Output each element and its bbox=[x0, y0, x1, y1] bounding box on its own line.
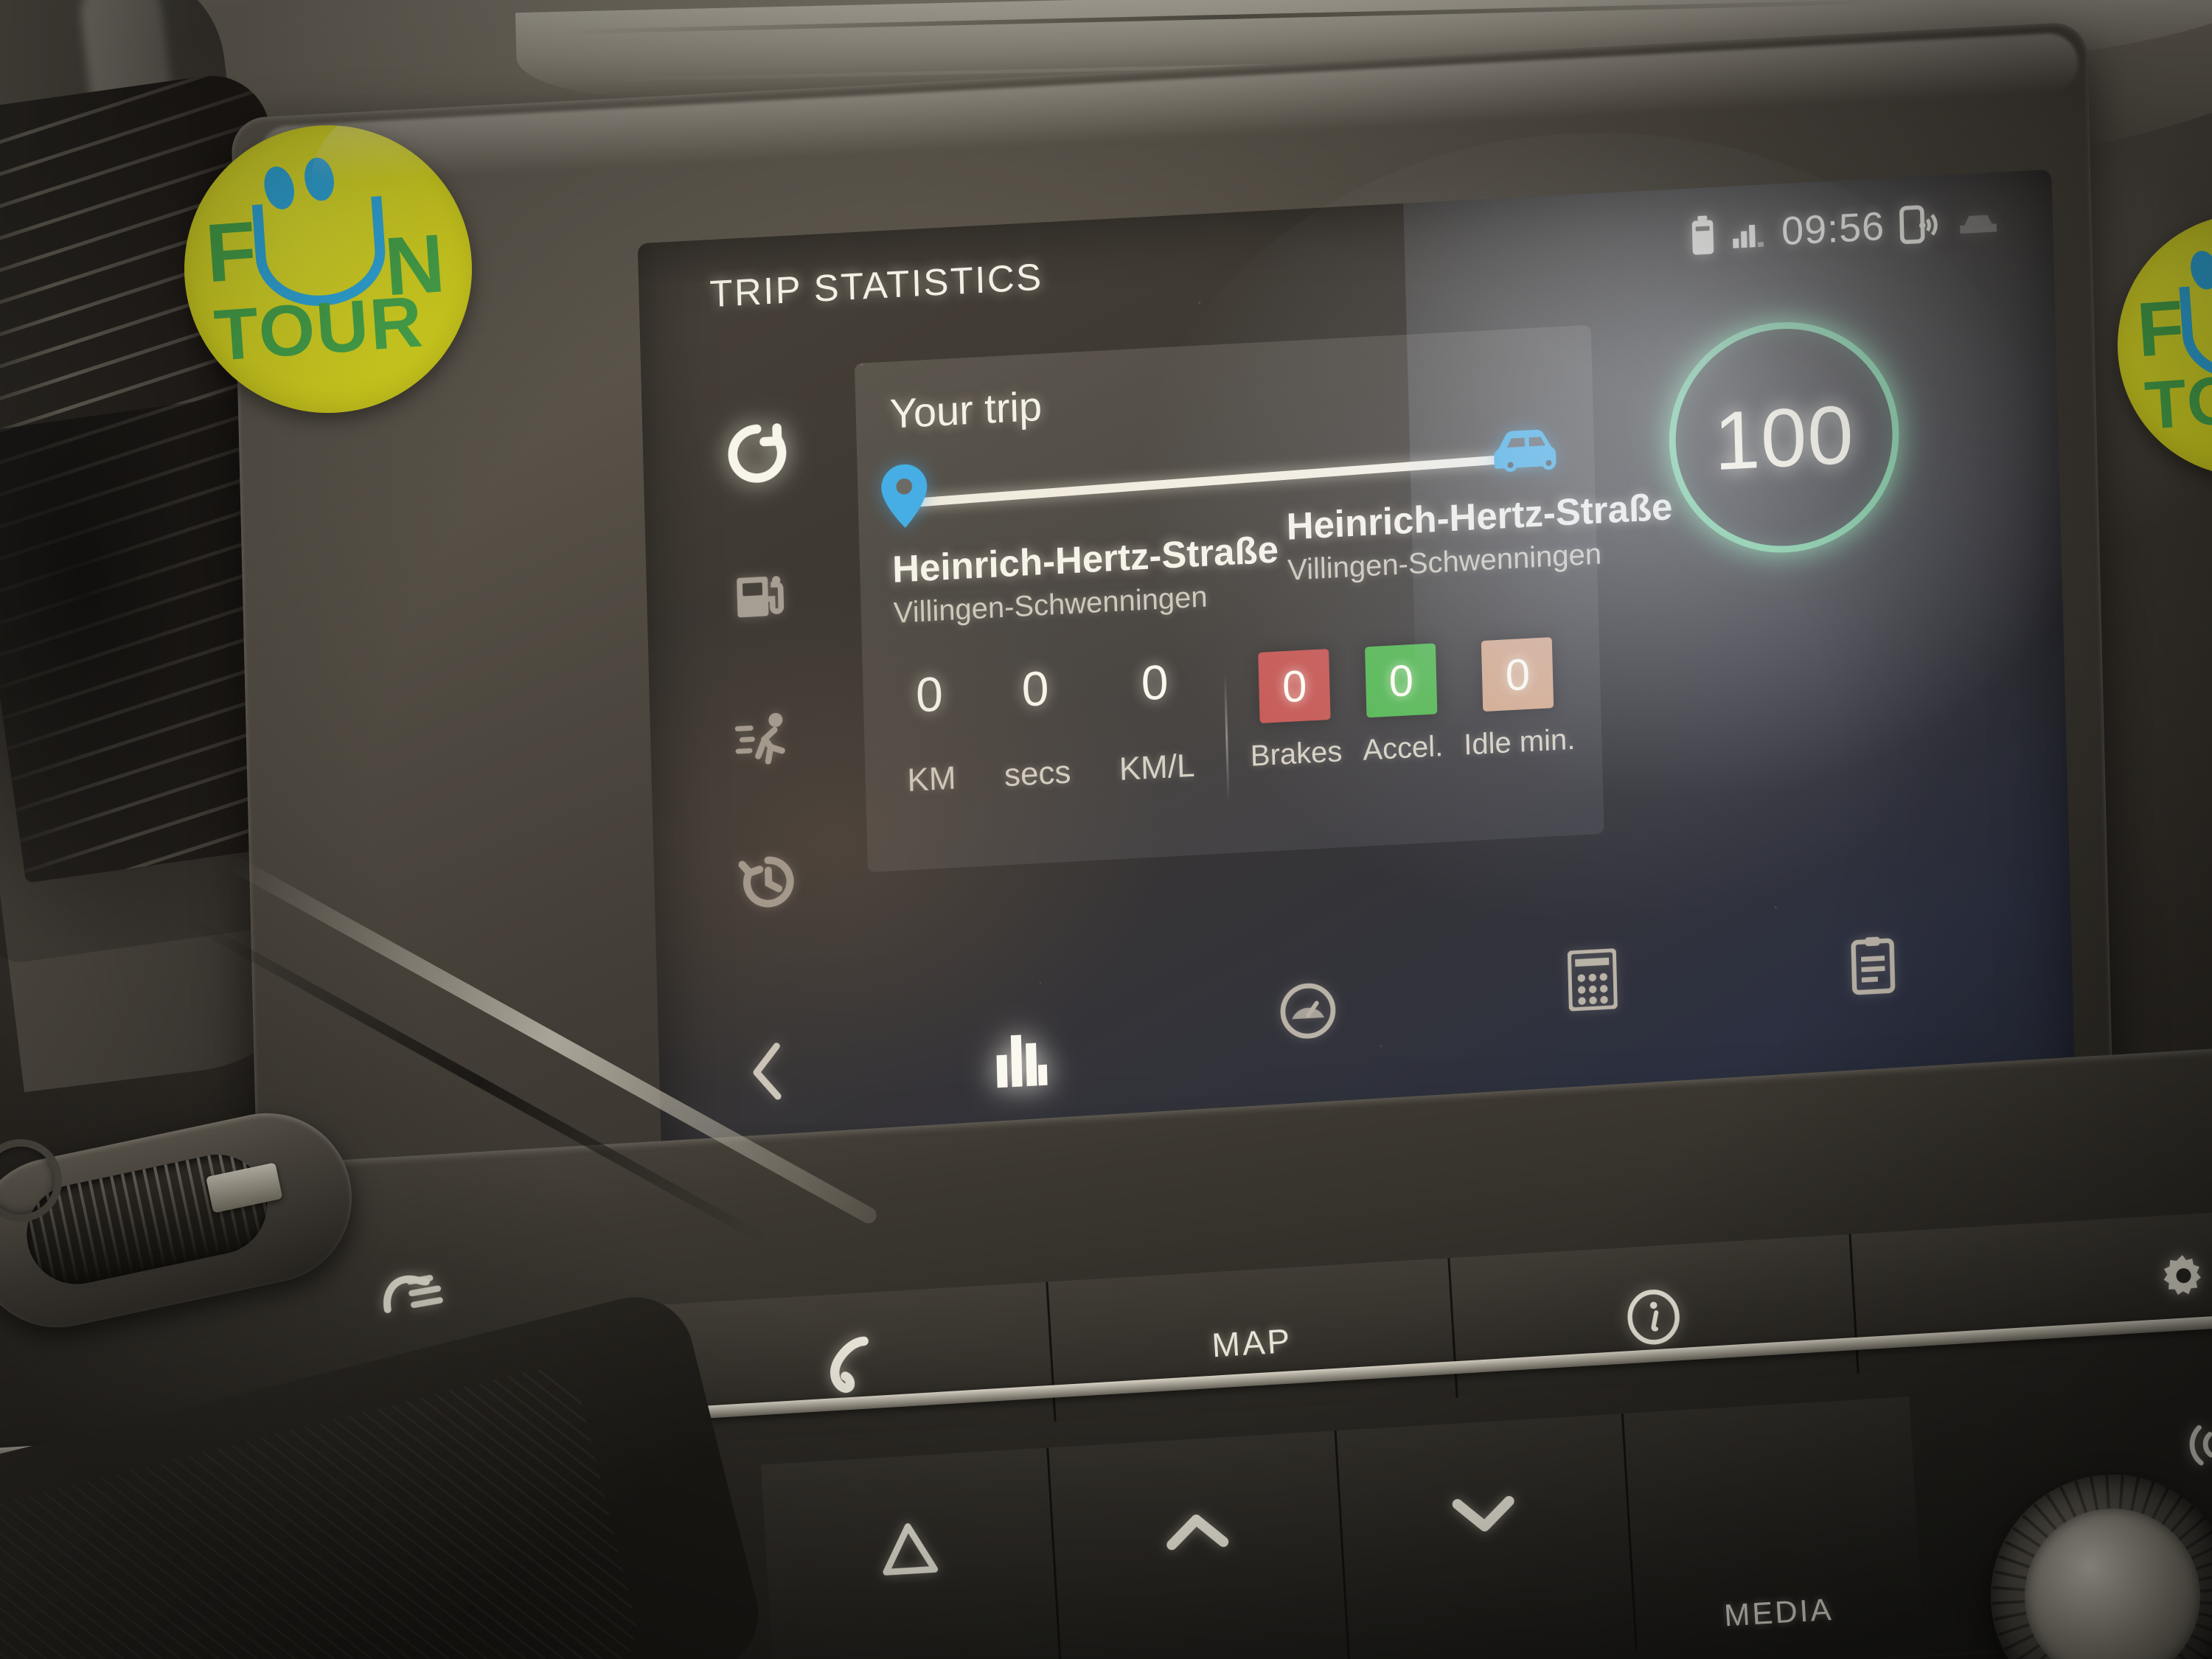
sticker-letter-f: F bbox=[202, 204, 261, 299]
destination-car-icon bbox=[1487, 420, 1571, 476]
radio-info-icon bbox=[2181, 1418, 2212, 1475]
driving-event-badges: 0 Brakes 0 Accel. 0 Idle min. bbox=[1237, 635, 1604, 846]
map-button-label: MAP bbox=[1211, 1321, 1293, 1365]
phone-connected-icon bbox=[1899, 203, 1941, 246]
settings-gear-icon bbox=[2154, 1249, 2212, 1312]
map-pin-icon bbox=[881, 463, 928, 529]
infotainment-screen[interactable]: TRIP STATISTICS 09:56 Your trip Heinrich… bbox=[637, 169, 2076, 1180]
info-icon bbox=[1624, 1287, 1683, 1350]
battery-icon bbox=[1688, 215, 1717, 257]
sticker-word-tour: TOUR bbox=[212, 280, 427, 377]
page-title: TRIP STATISTICS bbox=[709, 255, 1044, 316]
sticker-word-to: TO bbox=[2142, 362, 2212, 445]
brakes-badge: 0 bbox=[1258, 648, 1331, 723]
chevron-up-icon bbox=[1164, 1509, 1229, 1558]
accel-label: Accel. bbox=[1362, 730, 1444, 767]
nav-keypad-grid-icon[interactable] bbox=[1567, 947, 1618, 1015]
destination-address: Heinrich-Hertz-Straße Villingen-Schwenni… bbox=[1286, 484, 1674, 587]
stat-duration-label: secs bbox=[1004, 754, 1071, 794]
sidebar-item-eco-driving[interactable] bbox=[731, 706, 798, 776]
stat-distance: 0 KM bbox=[905, 666, 959, 863]
signal-icon bbox=[1731, 216, 1767, 251]
trip-card[interactable]: Your trip Heinrich-Hertz-Straße Villinge… bbox=[854, 324, 1673, 873]
trip-metrics: 0 KM 0 secs 0 KM/L bbox=[863, 654, 1221, 865]
info-button[interactable] bbox=[1447, 1234, 1857, 1398]
nav-bar-chart-icon[interactable] bbox=[992, 1027, 1049, 1093]
media-button[interactable]: MEDIA bbox=[1621, 1397, 1924, 1649]
stat-distance-value: 0 bbox=[915, 666, 944, 723]
photo-of-car-infotainment-screen: TRIP STATISTICS 09:56 Your trip Heinrich… bbox=[0, 0, 2212, 1659]
car-icon bbox=[1955, 204, 2001, 237]
driving-score: 100 bbox=[1666, 316, 1902, 559]
trip-stats-row: 0 KM 0 secs 0 KM/L 0 Brakes 0 Accel. 0 I… bbox=[863, 635, 1604, 865]
settings-button[interactable] bbox=[1848, 1210, 2212, 1374]
stat-idle: 0 Idle min. bbox=[1461, 636, 1578, 834]
stat-brakes: 0 Brakes bbox=[1248, 648, 1344, 845]
sticker-letter-f: F bbox=[2134, 285, 2189, 374]
stat-accel: 0 Accel. bbox=[1360, 643, 1446, 839]
stat-duration-value: 0 bbox=[1020, 660, 1050, 717]
brakes-label: Brakes bbox=[1250, 735, 1343, 773]
phone-icon bbox=[816, 1331, 883, 1402]
sidebar-rail bbox=[709, 420, 817, 920]
origin-address: Heinrich-Hertz-Straße Villingen-Schwenni… bbox=[891, 527, 1279, 630]
hazard-button[interactable] bbox=[760, 1447, 1060, 1659]
idle-label: Idle min. bbox=[1463, 723, 1576, 762]
sidebar-item-history[interactable] bbox=[736, 849, 801, 919]
idle-badge: 0 bbox=[1481, 637, 1554, 712]
hazard-triangle-icon bbox=[879, 1520, 939, 1580]
stat-economy: 0 KM/L bbox=[1116, 654, 1197, 852]
chevron-down-icon bbox=[1451, 1492, 1517, 1540]
stat-economy-value: 0 bbox=[1140, 654, 1169, 711]
stats-divider bbox=[1223, 673, 1230, 802]
map-button[interactable]: MAP bbox=[1046, 1258, 1456, 1422]
trip-card-title: Your trip bbox=[888, 382, 1043, 437]
score-value: 100 bbox=[1713, 387, 1856, 487]
status-bar: 09:56 bbox=[1688, 197, 2001, 259]
seat-heater-icon[interactable] bbox=[372, 1255, 452, 1327]
clock-time: 09:56 bbox=[1781, 204, 1885, 254]
sidebar-item-fuel[interactable] bbox=[729, 564, 793, 633]
nav-speedometer-icon[interactable] bbox=[1279, 981, 1337, 1044]
media-button-label: MEDIA bbox=[1723, 1591, 1834, 1633]
stat-duration: 0 secs bbox=[1001, 660, 1073, 858]
stat-economy-label: KM/L bbox=[1119, 747, 1196, 788]
tune-down-button[interactable] bbox=[1334, 1413, 1636, 1659]
back-chevron-left-icon[interactable] bbox=[747, 1041, 788, 1106]
stat-distance-label: KM bbox=[906, 759, 957, 799]
sidebar-item-score[interactable] bbox=[725, 420, 790, 491]
nav-clipboard-icon[interactable] bbox=[1848, 934, 1897, 999]
tune-up-button[interactable] bbox=[1046, 1430, 1348, 1659]
accel-badge: 0 bbox=[1365, 643, 1438, 718]
